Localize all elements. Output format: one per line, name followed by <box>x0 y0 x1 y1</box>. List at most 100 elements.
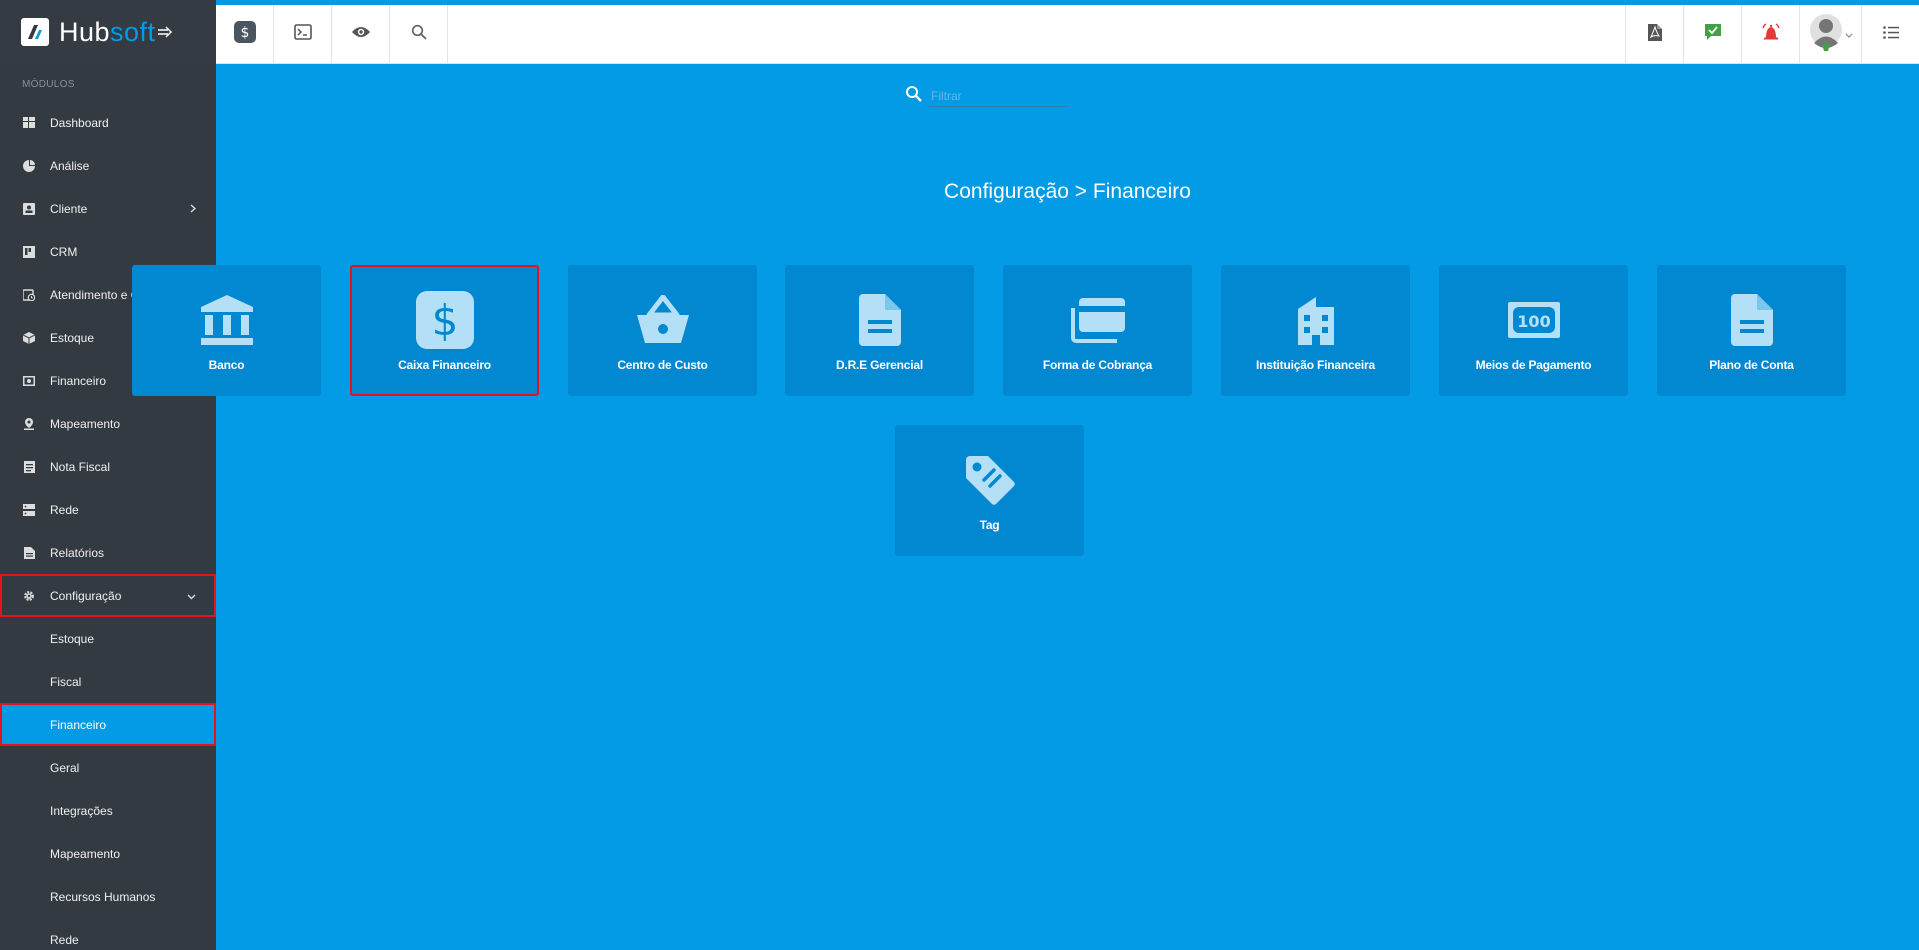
card-meios-de-pagamento[interactable]: 100 Meios de Pagamento <box>1439 265 1628 396</box>
alarm-button[interactable] <box>1741 5 1799 64</box>
card-instituicao-financeira[interactable]: Instituição Financeira <box>1221 265 1410 396</box>
card-label: Meios de Pagamento <box>1475 358 1592 372</box>
dashboard-icon <box>23 117 35 129</box>
chevron-right-icon <box>190 201 197 216</box>
sidebar-item-nota-fiscal[interactable]: Nota Fiscal <box>0 445 216 488</box>
sidebar-subitem-integracoes[interactable]: Integrações <box>0 789 216 832</box>
report-icon <box>23 546 35 559</box>
building-icon <box>1297 290 1334 350</box>
sidebar-subitem-geral[interactable]: Geral <box>0 746 216 789</box>
dollar-icon: $ <box>415 290 475 350</box>
terminal-icon <box>293 24 312 45</box>
box-icon <box>23 331 35 344</box>
card-label: Banco <box>208 358 245 372</box>
finance-shortcut-button[interactable]: $ <box>216 5 274 64</box>
sidebar-subitem-financeiro[interactable]: Financeiro <box>0 703 216 746</box>
tasks-button[interactable] <box>1683 5 1741 64</box>
money-icon: 100 <box>1507 290 1560 350</box>
check-icon <box>1704 23 1722 46</box>
sidebar-subitem-rede[interactable]: Rede <box>0 918 216 950</box>
top-toolbar-left: $ <box>216 5 448 64</box>
kanban-icon <box>23 245 35 258</box>
sidebar: Hubsoft MÓDULOS Dashboard Análise Client… <box>0 0 216 950</box>
pdf-button[interactable] <box>1625 5 1683 64</box>
card-plano-de-conta[interactable]: Plano de Conta <box>1657 265 1846 396</box>
svg-text:$: $ <box>240 25 249 41</box>
pdf-icon <box>1647 23 1663 47</box>
card-centro-de-custo[interactable]: Centro de Custo <box>568 265 757 396</box>
list-icon <box>1882 25 1899 44</box>
sidebar-item-dashboard[interactable]: Dashboard <box>0 101 216 144</box>
sidebar-item-relatorios[interactable]: Relatórios <box>0 531 216 574</box>
basket-icon <box>635 290 691 350</box>
sidebar-item-rede[interactable]: Rede <box>0 488 216 531</box>
view-button[interactable] <box>332 5 390 64</box>
money-icon <box>23 375 35 387</box>
sidebar-item-mapeamento[interactable]: Mapeamento <box>0 402 216 445</box>
sidebar-item-label: Análise <box>50 158 90 173</box>
sidebar-item-label: Mapeamento <box>50 416 121 431</box>
avatar <box>1809 13 1843 56</box>
calendar-clock-icon <box>23 288 35 301</box>
card-caixa-financeiro[interactable]: $ Caixa Financeiro <box>350 265 539 396</box>
card-label: Plano de Conta <box>1709 358 1794 372</box>
search-button[interactable] <box>390 5 448 64</box>
sidebar-item-label: Nota Fiscal <box>50 459 111 474</box>
menu-list-button[interactable] <box>1861 5 1919 64</box>
receipt-icon <box>23 460 35 473</box>
hubsoft-logo-icon <box>21 18 49 46</box>
map-pin-icon <box>23 417 35 430</box>
sidebar-section-title: MÓDULOS <box>22 79 75 90</box>
svg-text:100: 100 <box>1517 312 1550 331</box>
dollar-icon: $ <box>233 21 256 48</box>
terminal-button[interactable] <box>274 5 332 64</box>
card-dre-gerencial[interactable]: D.R.E Gerencial <box>785 265 974 396</box>
sidebar-item-label: Rede <box>50 502 79 517</box>
eye-icon <box>351 25 371 44</box>
server-icon <box>23 503 35 516</box>
card-label: D.R.E Gerencial <box>835 358 924 372</box>
pie-chart-icon <box>23 159 35 172</box>
card-label: Instituição Financeira <box>1256 358 1375 372</box>
sidebar-item-label: Configuração <box>50 588 122 603</box>
user-menu-button[interactable] <box>1799 5 1861 64</box>
tag-icon <box>964 450 1016 510</box>
card-tag[interactable]: Tag <box>895 425 1084 556</box>
chevron-down-icon <box>1845 26 1853 44</box>
sidebar-item-label: Financeiro <box>50 373 107 388</box>
card-label: Caixa Financeiro <box>398 358 491 372</box>
sidebar-item-analise[interactable]: Análise <box>0 144 216 187</box>
document-icon <box>858 290 901 350</box>
top-toolbar-right <box>1625 5 1919 64</box>
sidebar-item-label: Dashboard <box>50 115 109 130</box>
card-label: Centro de Custo <box>617 358 708 372</box>
sidebar-subitem-recursos-humanos[interactable]: Recursos Humanos <box>0 875 216 918</box>
sidebar-subitem-mapeamento[interactable]: Mapeamento <box>0 832 216 875</box>
chevron-down-icon <box>187 588 196 603</box>
sidebar-subitem-estoque[interactable]: Estoque <box>0 617 216 660</box>
filter-search <box>905 85 1069 107</box>
card-forma-de-cobranca[interactable]: Forma de Cobrança <box>1003 265 1192 396</box>
search-icon <box>905 85 922 107</box>
sidebar-item-cliente[interactable]: Cliente <box>0 187 216 230</box>
svg-text:$: $ <box>431 296 458 345</box>
card-label: Forma de Cobrança <box>1042 358 1153 372</box>
cards-icon <box>1069 290 1127 350</box>
sidebar-subitem-fiscal[interactable]: Fiscal <box>0 660 216 703</box>
sidebar-item-label: Relatórios <box>50 545 105 560</box>
gear-icon <box>23 590 35 602</box>
filter-input[interactable] <box>929 85 1069 107</box>
card-label: Tag <box>979 518 1000 532</box>
sidebar-item-configuracao[interactable]: Configuração <box>0 574 216 617</box>
collapse-sidebar-icon[interactable] <box>157 22 172 43</box>
brand[interactable]: Hubsoft <box>0 0 216 64</box>
alarm-icon <box>1761 23 1781 46</box>
contact-card-icon <box>23 202 35 215</box>
sidebar-item-label: Cliente <box>50 201 88 216</box>
card-banco[interactable]: Banco <box>132 265 321 396</box>
sidebar-item-label: CRM <box>50 244 78 259</box>
search-icon <box>411 24 427 45</box>
page-title: Configuração > Financeiro <box>944 180 1191 203</box>
brand-name: Hubsoft <box>59 16 156 47</box>
bank-icon <box>197 290 257 350</box>
